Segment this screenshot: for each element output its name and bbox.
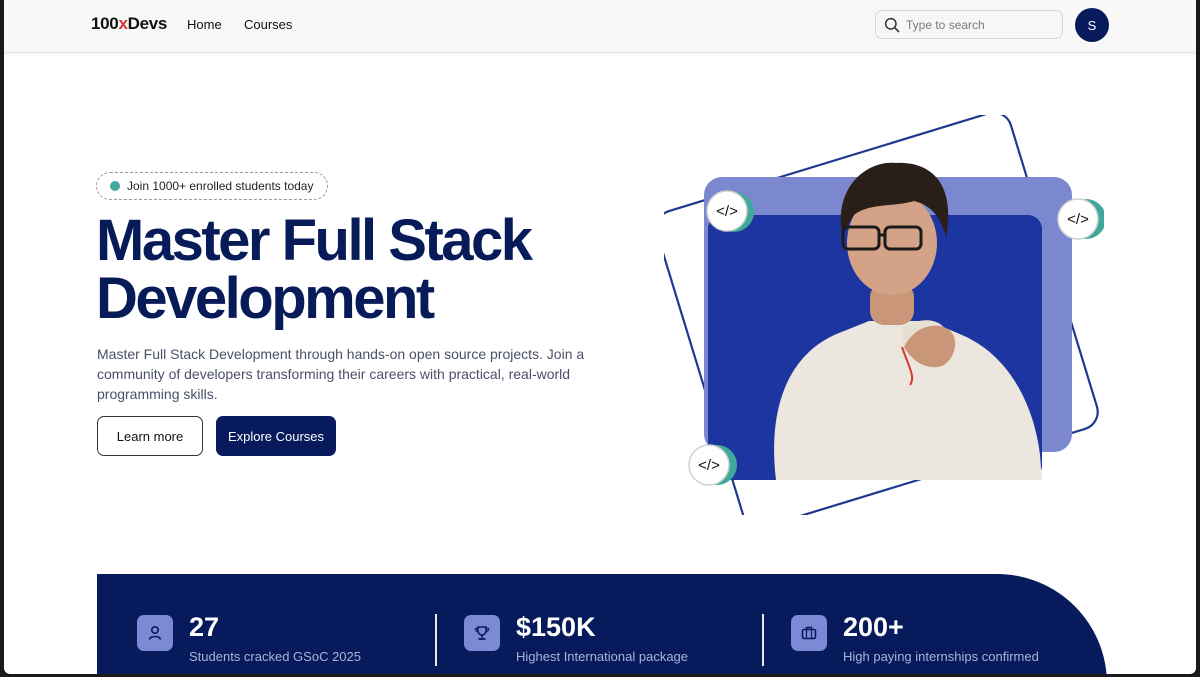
stat-label: High paying internships confirmed — [843, 649, 1039, 664]
status-dot-icon — [110, 181, 120, 191]
nav-courses-link[interactable]: Courses — [244, 17, 292, 32]
stat-divider — [435, 614, 437, 666]
stat-value: $150K — [516, 612, 596, 642]
hero-title: Master Full Stack Development — [96, 212, 616, 328]
search-box[interactable] — [875, 10, 1063, 39]
stat-value: 200+ — [843, 612, 904, 642]
search-input[interactable] — [906, 15, 1056, 35]
stat-divider — [762, 614, 764, 666]
trophy-icon — [464, 615, 500, 651]
briefcase-icon — [791, 615, 827, 651]
hero-description: Master Full Stack Development through ha… — [97, 346, 585, 402]
learn-more-button[interactable]: Learn more — [97, 416, 203, 456]
stat-label: Highest International package — [516, 649, 689, 664]
hero-title-line-2: Development — [96, 266, 435, 331]
nav-home-link[interactable]: Home — [187, 17, 222, 32]
code-badge-top-right: </> — [1057, 198, 1104, 240]
enrollment-badge-text: Join 1000+ enrolled students today — [127, 179, 314, 193]
code-badge-text: </> — [698, 457, 720, 474]
hero-title-line-1: Master Full Stack — [96, 208, 533, 273]
stat-label: Students cracked GSoC 2025 — [189, 649, 361, 664]
code-badge-bottom-left: </> — [688, 444, 737, 486]
site-logo[interactable]: 100xDevs — [91, 14, 167, 34]
code-badge-text: </> — [716, 203, 738, 220]
page: 100xDevs Home Courses S Join 1000+ enrol… — [4, 0, 1196, 674]
user-icon — [137, 615, 173, 651]
stat-value: 27 — [189, 612, 220, 642]
search-icon — [884, 17, 900, 33]
stats-banner: 27 Students cracked GSoC 2025 $150K High… — [97, 574, 1107, 674]
top-navbar: 100xDevs Home Courses S — [4, 0, 1196, 53]
user-avatar-button[interactable]: S — [1075, 8, 1109, 42]
enrollment-badge: Join 1000+ enrolled students today — [96, 172, 329, 200]
hero-illustration: </> </> </> — [664, 115, 1104, 515]
code-badge-text: </> — [1067, 211, 1089, 228]
explore-courses-button[interactable]: Explore Courses — [216, 416, 336, 456]
